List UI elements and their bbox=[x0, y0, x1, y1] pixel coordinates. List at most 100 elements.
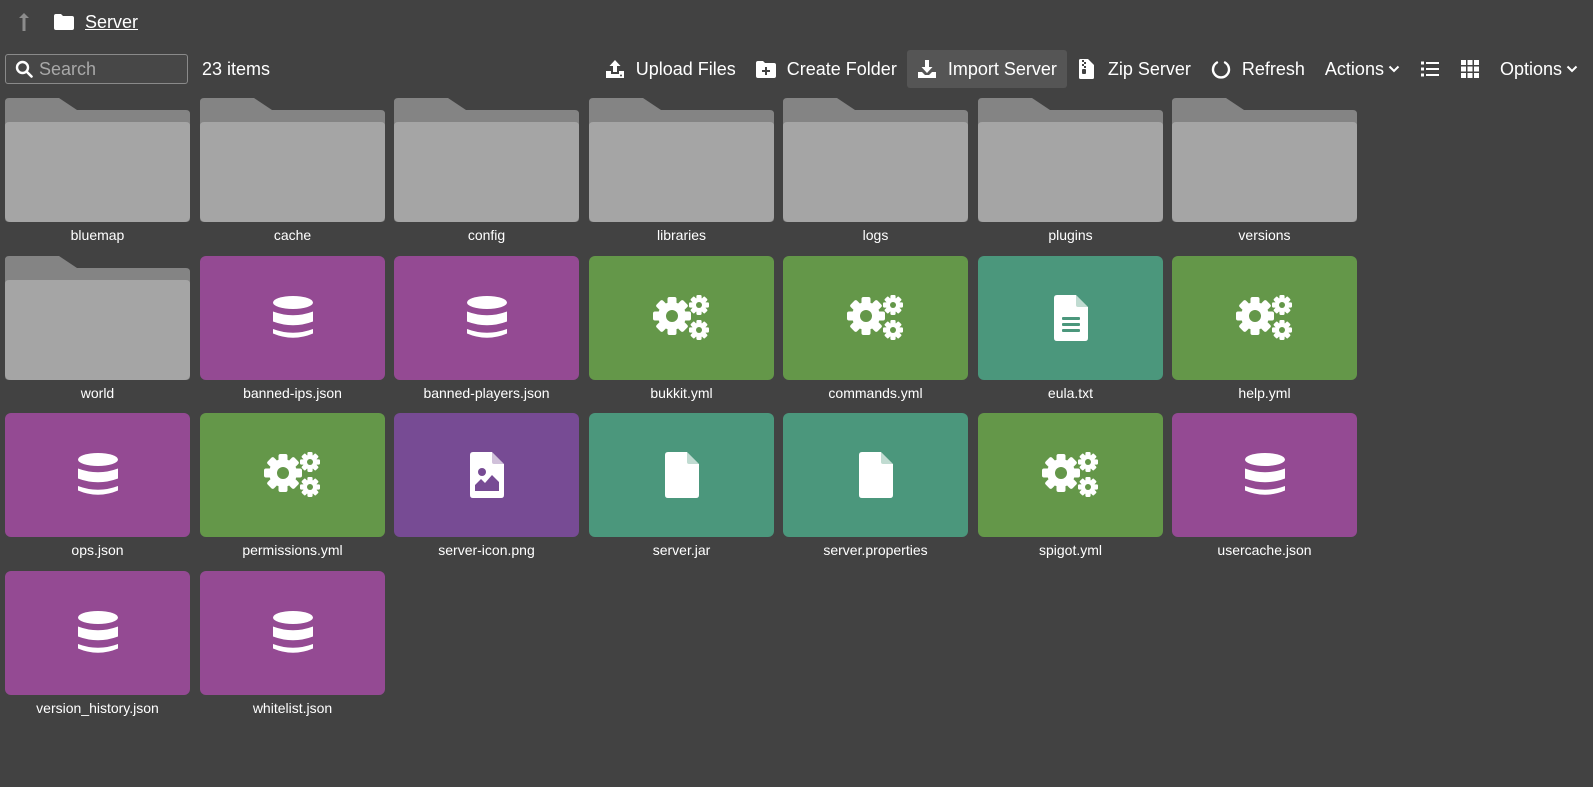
folder-icon bbox=[589, 98, 774, 222]
import-server-label: Import Server bbox=[947, 58, 1057, 79]
folder-icon bbox=[978, 98, 1163, 222]
cogs-icon bbox=[263, 452, 322, 498]
file-icon bbox=[664, 452, 699, 498]
breadcrumb: Server bbox=[14, 10, 138, 34]
file-name: commands.yml bbox=[828, 385, 923, 401]
folder-icon bbox=[783, 98, 968, 222]
list-view-button[interactable] bbox=[1410, 50, 1450, 88]
file-name: version_history.json bbox=[36, 700, 159, 716]
grid-view-button[interactable] bbox=[1450, 50, 1490, 88]
database-icon bbox=[272, 611, 313, 655]
file-tile[interactable]: commands.yml bbox=[783, 256, 968, 406]
file-name: banned-players.json bbox=[423, 385, 550, 401]
upload-icon bbox=[605, 59, 625, 79]
refresh-button[interactable]: Refresh bbox=[1201, 50, 1315, 88]
database-icon bbox=[77, 453, 118, 497]
file-name: world bbox=[80, 385, 115, 401]
file-tile[interactable]: help.yml bbox=[1172, 256, 1357, 406]
file-tile[interactable]: version_history.json bbox=[5, 571, 190, 721]
upload-files-button[interactable]: Upload Files bbox=[595, 50, 746, 88]
arrow-up-icon[interactable] bbox=[14, 11, 34, 33]
grid-view-icon bbox=[1460, 59, 1480, 79]
file-tile[interactable]: usercache.json bbox=[1172, 413, 1357, 563]
file-name: versions bbox=[1238, 227, 1291, 243]
search-input[interactable] bbox=[39, 58, 179, 80]
zip-server-button[interactable]: Zip Server bbox=[1067, 50, 1201, 88]
file-tile[interactable]: server.jar bbox=[589, 413, 774, 563]
folder-plus-icon bbox=[755, 59, 776, 79]
file-name: cache bbox=[273, 227, 312, 243]
file-card bbox=[5, 571, 190, 695]
file-name: plugins bbox=[1048, 227, 1093, 243]
folder-tile[interactable]: libraries bbox=[589, 98, 774, 248]
file-name: server.jar bbox=[652, 542, 711, 558]
zip-server-label: Zip Server bbox=[1107, 58, 1191, 79]
file-name: config bbox=[467, 227, 506, 243]
file-name: permissions.yml bbox=[242, 542, 343, 558]
cogs-icon bbox=[1041, 452, 1100, 498]
options-dropdown[interactable]: Options bbox=[1490, 50, 1588, 88]
cogs-icon bbox=[1235, 295, 1294, 341]
chevron-down-icon bbox=[1388, 65, 1400, 73]
database-icon bbox=[272, 296, 313, 340]
folder-tile[interactable]: world bbox=[5, 256, 190, 406]
file-name: spigot.yml bbox=[1038, 542, 1103, 558]
file-tile[interactable]: server.properties bbox=[783, 413, 968, 563]
file-card bbox=[589, 256, 774, 380]
file-card bbox=[5, 413, 190, 537]
folder-icon bbox=[200, 98, 385, 222]
folder-tile[interactable]: config bbox=[394, 98, 579, 248]
file-card bbox=[200, 413, 385, 537]
file-name: whitelist.json bbox=[252, 700, 333, 716]
folder-icon bbox=[54, 13, 74, 31]
file-icon bbox=[858, 452, 893, 498]
create-folder-button[interactable]: Create Folder bbox=[746, 50, 907, 88]
file-tile[interactable]: eula.txt bbox=[978, 256, 1163, 406]
toolbar: 23 items Upload Files Create Folder bbox=[5, 50, 1588, 88]
item-count: 23 items bbox=[202, 58, 271, 79]
refresh-icon bbox=[1211, 59, 1231, 79]
file-tile[interactable]: permissions.yml bbox=[200, 413, 385, 563]
file-name: help.yml bbox=[1238, 385, 1291, 401]
file-name: server-icon.png bbox=[438, 542, 535, 558]
folder-tile[interactable]: logs bbox=[783, 98, 968, 248]
download-icon bbox=[917, 59, 937, 79]
file-card bbox=[978, 413, 1163, 537]
folder-tile[interactable]: cache bbox=[200, 98, 385, 248]
file-tile[interactable]: whitelist.json bbox=[200, 571, 385, 721]
file-zip-icon bbox=[1077, 59, 1097, 79]
file-card bbox=[1172, 256, 1357, 380]
file-name: banned-ips.json bbox=[243, 385, 342, 401]
database-icon bbox=[77, 611, 118, 655]
actions-label: Actions bbox=[1324, 58, 1384, 79]
folder-icon bbox=[5, 256, 190, 380]
file-tile[interactable]: bukkit.yml bbox=[589, 256, 774, 406]
file-card bbox=[394, 256, 579, 380]
file-card bbox=[783, 413, 968, 537]
file-tile[interactable]: server-icon.png bbox=[394, 413, 579, 563]
file-name: eula.txt bbox=[1047, 385, 1094, 401]
file-card bbox=[200, 571, 385, 695]
folder-tile[interactable]: plugins bbox=[978, 98, 1163, 248]
create-folder-label: Create Folder bbox=[786, 58, 897, 79]
folder-tile[interactable]: versions bbox=[1172, 98, 1357, 248]
actions-dropdown[interactable]: Actions bbox=[1315, 50, 1410, 88]
file-card bbox=[978, 256, 1163, 380]
breadcrumb-server-link[interactable]: Server bbox=[85, 12, 138, 33]
file-name: usercache.json bbox=[1217, 542, 1312, 558]
folder-icon bbox=[5, 98, 190, 222]
folder-tile[interactable]: bluemap bbox=[5, 98, 190, 248]
file-tile[interactable]: banned-players.json bbox=[394, 256, 579, 406]
file-card bbox=[783, 256, 968, 380]
file-image-icon bbox=[469, 452, 504, 498]
import-server-button[interactable]: Import Server bbox=[906, 50, 1067, 88]
list-view-icon bbox=[1420, 59, 1440, 79]
file-tile[interactable]: spigot.yml bbox=[978, 413, 1163, 563]
search-box[interactable] bbox=[5, 54, 188, 84]
cogs-icon bbox=[846, 295, 905, 341]
folder-icon bbox=[1172, 98, 1357, 222]
file-name: ops.json bbox=[71, 542, 124, 558]
file-name: bluemap bbox=[70, 227, 125, 243]
file-tile[interactable]: ops.json bbox=[5, 413, 190, 563]
file-tile[interactable]: banned-ips.json bbox=[200, 256, 385, 406]
